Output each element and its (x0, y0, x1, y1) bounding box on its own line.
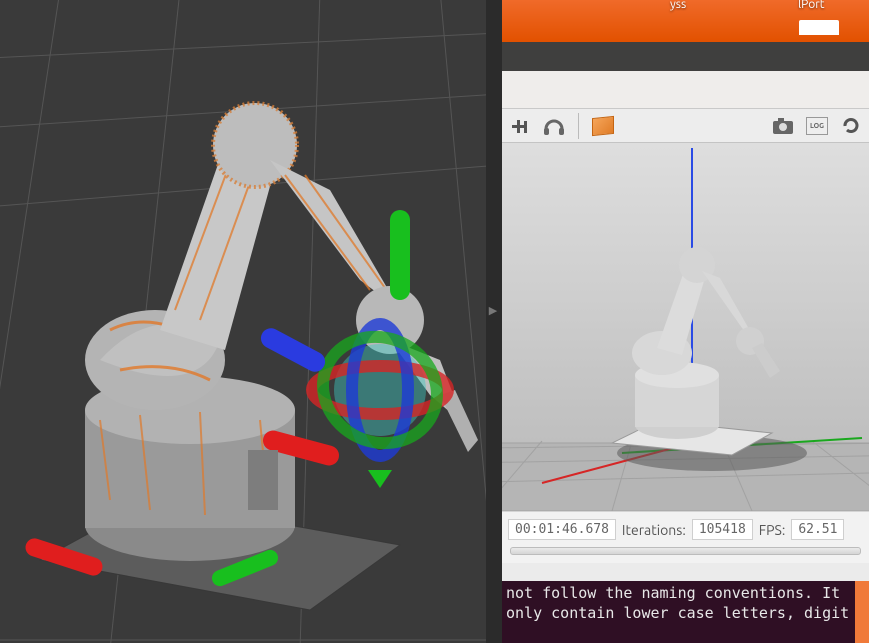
fps-label: FPS: (759, 522, 786, 538)
gazebo-toolbar: LOG (502, 109, 869, 143)
folder-icon[interactable] (799, 20, 839, 35)
terminal-panel[interactable]: not follow the naming conventions. It on… (502, 581, 869, 643)
right-column: yss lPort LOG (502, 0, 869, 643)
y-axis-handle[interactable] (390, 210, 410, 300)
gz-robot-base (635, 362, 719, 439)
fps-value: 62.51 (791, 519, 844, 540)
gazebo-scene (502, 143, 869, 511)
terminal-line-2: only contain lower case letters, digit (506, 603, 865, 623)
rviz-scene (0, 0, 486, 643)
ubuntu-desktop-strip: yss lPort (502, 0, 869, 42)
iterations-value: 105418 (692, 519, 753, 540)
window-menubar[interactable] (502, 71, 869, 109)
box-primitive-icon[interactable] (591, 114, 615, 138)
desktop-icon-label-lport[interactable]: lPort (798, 0, 824, 11)
terminal-scrollbar[interactable] (855, 581, 869, 643)
progress-bar[interactable] (510, 547, 861, 555)
iterations-label: Iterations: (622, 522, 686, 538)
log-button[interactable]: LOG (805, 114, 829, 138)
spacer-row (502, 563, 869, 581)
toolbar-divider (578, 113, 579, 139)
headphones-icon[interactable] (542, 114, 566, 138)
gazebo-status-bar: 00:01:46.678 Iterations: 105418 FPS: 62.… (502, 511, 869, 547)
desktop-icon-label-yss[interactable]: yss (670, 0, 686, 11)
panel-expand-handle[interactable]: ▶ (487, 300, 499, 320)
sim-time-value: 00:01:46.678 (508, 519, 616, 540)
bracket (248, 450, 278, 510)
refresh-icon[interactable] (839, 114, 863, 138)
gazebo-3d-view[interactable] (502, 143, 869, 511)
insert-tool-icon[interactable] (508, 114, 532, 138)
window-titlebar[interactable] (502, 42, 869, 71)
screenshot-icon[interactable] (771, 114, 795, 138)
gazebo-progress-row (502, 547, 869, 563)
terminal-line-1: not follow the naming conventions. It (506, 583, 865, 603)
rviz-3d-view[interactable] (0, 0, 486, 643)
